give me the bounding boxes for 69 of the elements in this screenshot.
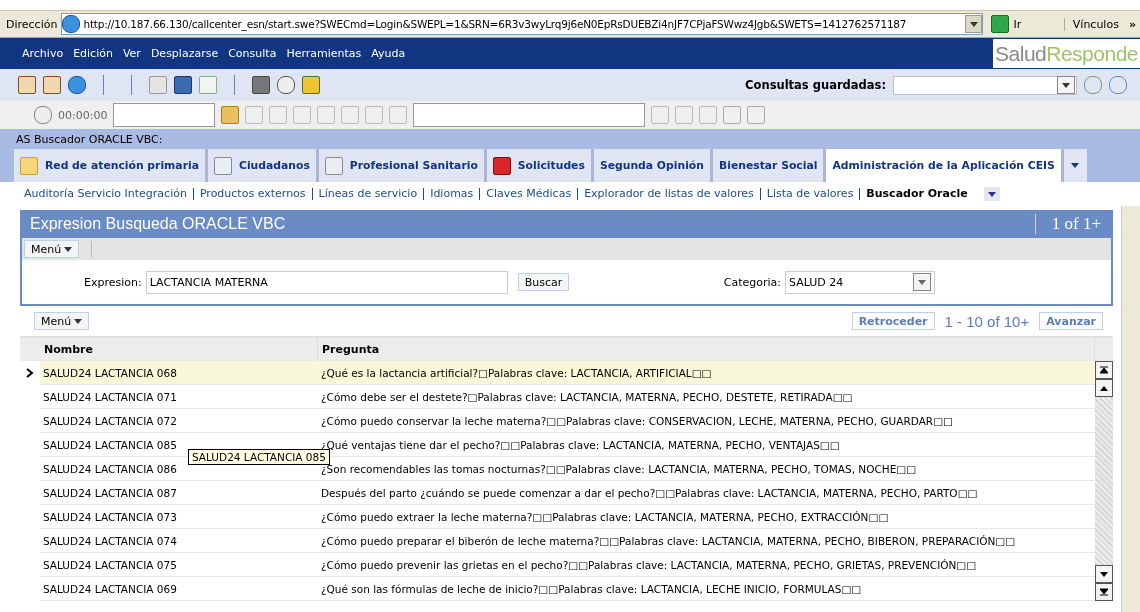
- address-field[interactable]: http://10.187.66.130/callcenter_esn/start.swe?SWECmd=Login&SWEPL=1&SRN=6R3v3wyLrq9j6eN0EpRsDUEBZi4nJF7CPjaFSWwz4Jgb&SWETS=1412762571187: [61, 13, 984, 35]
- subnav-link[interactable]: Claves Médicas: [479, 188, 578, 200]
- panel-title: Expresion Busqueda ORACLE VBC: [30, 215, 286, 233]
- tab[interactable]: Profesional Sanitario: [315, 149, 484, 182]
- page-range: 1 - 10 of 10+: [944, 312, 1030, 330]
- table-cell[interactable]: ¿Qué es la lactancia artificial?□Palabras clave: LACTANCIA, ARTIFICIAL□□: [318, 361, 1095, 385]
- previous-button[interactable]: Retroceder: [851, 312, 935, 330]
- scroll-bottom-icon: [1100, 588, 1108, 596]
- menu-item[interactable]: Archivo: [22, 47, 64, 60]
- scroll-down-button[interactable]: [1095, 565, 1113, 583]
- scroll-bottom-button[interactable]: [1095, 583, 1113, 601]
- caret-icon: [64, 246, 73, 252]
- column-header: Pregunta: [318, 338, 1095, 361]
- menu-item[interactable]: Ayuda: [371, 47, 406, 60]
- subnav-link[interactable]: Explorador de listas de valores: [577, 188, 760, 200]
- subnav-link[interactable]: Auditoría Servicio Integración: [18, 188, 193, 200]
- tab[interactable]: Ciudadanos: [204, 149, 316, 182]
- tab[interactable]: Administración de la Aplicación CEIS: [823, 149, 1061, 182]
- menu-item[interactable]: Herramientas: [286, 47, 362, 60]
- caret-icon: [918, 279, 926, 285]
- scroll-top-button[interactable]: [1095, 361, 1113, 379]
- go-button[interactable]: Ir: [983, 15, 1030, 33]
- menu-button[interactable]: Menú: [24, 240, 80, 258]
- caret-icon: [987, 191, 996, 197]
- subnav-link[interactable]: Líneas de servicio: [311, 188, 424, 200]
- column-header: Nombre: [40, 338, 318, 361]
- app-logo: SaludResponde: [993, 39, 1140, 68]
- more-chevron: »: [1127, 17, 1137, 31]
- saved-queries-select[interactable]: [893, 75, 1077, 95]
- address-label: Dirección: [5, 17, 59, 31]
- subnav-link[interactable]: Lista de valores: [759, 188, 860, 200]
- field-label: Expresion:: [84, 275, 142, 289]
- menu-item[interactable]: Ver: [122, 47, 141, 60]
- caret-icon: [1062, 82, 1070, 88]
- caret-icon: [1071, 163, 1080, 168]
- tab[interactable]: Bienestar Social: [709, 149, 824, 182]
- down-arrow-icon: [1100, 571, 1108, 577]
- next-button[interactable]: Avanzar: [1039, 312, 1103, 330]
- tab[interactable]: Solicitudes: [483, 149, 591, 182]
- subnav-link[interactable]: Buscador Oracle: [859, 188, 974, 200]
- menu-item[interactable]: Desplazarse: [150, 47, 219, 60]
- tab[interactable]: Segunda Opinión: [590, 149, 710, 182]
- links-label: Vínculos: [1063, 17, 1119, 31]
- caret-icon: [969, 21, 978, 27]
- scroll-up-button[interactable]: [1095, 379, 1113, 397]
- input-field[interactable]: [113, 103, 216, 127]
- menu-button[interactable]: Menú: [34, 312, 90, 330]
- up-arrow-icon: [1100, 385, 1108, 391]
- subnav-link[interactable]: Idiomas: [423, 188, 480, 200]
- saved-queries-label: Consultas guardadas:: [745, 78, 886, 92]
- menu-item[interactable]: Edición: [73, 47, 113, 60]
- breadcrumb-text: AS Buscador ORACLE VBC:: [0, 129, 1140, 149]
- search-button[interactable]: Buscar: [517, 273, 570, 291]
- expression-field[interactable]: LACTANCIA MATERNA: [145, 270, 508, 294]
- more-tabs-button[interactable]: [1060, 149, 1087, 182]
- tooltip: SALUD24 LACTANCIA 085: [188, 449, 330, 465]
- timer-text: 00:00:00: [58, 108, 108, 122]
- scroll-top-icon: [1100, 366, 1108, 374]
- tab[interactable]: Red de atención primaria: [14, 149, 205, 182]
- table-cell[interactable]: SALUD24 LACTANCIA 068: [40, 361, 318, 385]
- caret-icon: [74, 318, 83, 324]
- menu-item[interactable]: Consulta: [228, 47, 277, 60]
- field-label: Categoria:: [723, 275, 781, 289]
- subnav-link[interactable]: Productos externos: [192, 188, 312, 200]
- record-count: 1 of 1+: [1034, 214, 1101, 234]
- dropdown-button[interactable]: [965, 15, 983, 33]
- select-field[interactable]: [413, 103, 646, 127]
- category-select[interactable]: SALUD 24: [785, 270, 935, 294]
- more-views-button[interactable]: [983, 187, 1000, 201]
